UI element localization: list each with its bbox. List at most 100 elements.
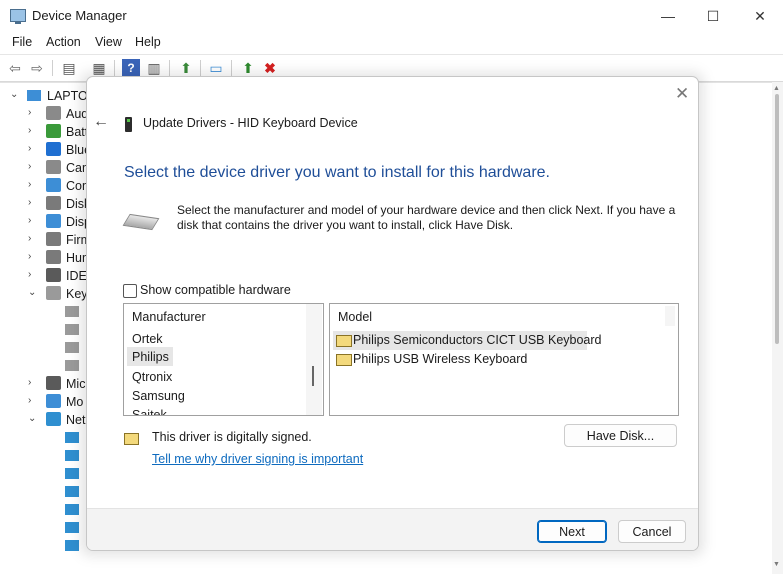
menu-file[interactable]: File: [12, 35, 32, 49]
tree-child-item[interactable]: [0, 303, 90, 321]
menu-action[interactable]: Action: [46, 35, 81, 49]
disk-icon: [46, 196, 61, 210]
dialog-title: Update Drivers - HID Keyboard Device: [143, 116, 358, 130]
tree-category[interactable]: › Batt: [0, 123, 90, 141]
tree-category[interactable]: › Mo: [0, 393, 90, 411]
hardware-icon: [122, 213, 160, 231]
tree-category[interactable]: › Aud: [0, 105, 90, 123]
close-button[interactable]: ✕: [737, 0, 783, 32]
tree-category[interactable]: ⌄ Net: [0, 411, 90, 429]
battery-icon: [46, 124, 61, 138]
chevron-right-icon[interactable]: ›: [28, 215, 38, 226]
chevron-right-icon[interactable]: ›: [28, 107, 38, 118]
chevron-right-icon[interactable]: ›: [28, 125, 38, 136]
dialog-footer: Next Cancel: [87, 508, 698, 550]
chevron-down-icon[interactable]: ⌄: [28, 413, 38, 424]
chevron-right-icon[interactable]: ›: [28, 251, 38, 262]
manufacturer-item[interactable]: Saitek: [132, 408, 167, 415]
properties-icon[interactable]: ▤: [60, 59, 78, 77]
tree-child-item[interactable]: [0, 519, 90, 537]
manufacturer-item[interactable]: Qtronix: [132, 370, 172, 384]
manufacturer-item[interactable]: Ortek: [132, 332, 163, 346]
driver-signing-link[interactable]: Tell me why driver signing is important: [152, 452, 363, 466]
update-drivers-dialog: ✕ ← Update Drivers - HID Keyboard Device…: [86, 76, 699, 551]
hid-icon: [46, 250, 61, 264]
scroll-down-arrow[interactable]: ▼: [773, 561, 780, 568]
chevron-right-icon[interactable]: ›: [28, 395, 38, 406]
tree-child-item[interactable]: [0, 501, 90, 519]
cancel-button[interactable]: Cancel: [618, 520, 686, 543]
manufacturer-item-selected[interactable]: Philips: [132, 350, 169, 364]
tree-child-item[interactable]: [0, 339, 90, 357]
chevron-down-icon[interactable]: ⌄: [28, 287, 38, 298]
tree-child-item[interactable]: [0, 447, 90, 465]
tree-category[interactable]: ⌄ Key: [0, 285, 90, 303]
driver-package-icon: [336, 335, 352, 347]
tree-scrollbar[interactable]: ▲ ▼: [772, 82, 783, 574]
chevron-right-icon[interactable]: ›: [28, 197, 38, 208]
show-compatible-checkbox[interactable]: [123, 284, 137, 298]
show-compatible-label[interactable]: Show compatible hardware: [140, 283, 291, 297]
chevron-right-icon[interactable]: ›: [28, 179, 38, 190]
computer-icon: [46, 178, 61, 192]
model-list[interactable]: Model Philips Semiconductors CICT USB Ke…: [329, 303, 679, 416]
model-scrollbar[interactable]: [665, 306, 675, 326]
tree-child-item[interactable]: [0, 537, 90, 555]
signed-driver-icon: [124, 433, 139, 445]
keyboard-device-icon: [65, 324, 79, 335]
tree-child-item[interactable]: [0, 483, 90, 501]
tree-child-item[interactable]: [0, 429, 90, 447]
forward-arrow-icon[interactable]: ⇨: [28, 59, 46, 77]
tree-child-item[interactable]: [0, 465, 90, 483]
dialog-description: Select the manufacturer and model of you…: [177, 203, 676, 232]
manufacturer-item[interactable]: Samsung: [132, 389, 185, 403]
dialog-close-icon[interactable]: ✕: [675, 84, 689, 104]
chevron-right-icon[interactable]: ›: [28, 377, 38, 388]
manufacturer-list[interactable]: Manufacturer Ortek Philips Qtronix Samsu…: [123, 303, 324, 416]
tree-category[interactable]: › Mic: [0, 375, 90, 393]
audio-icon: [46, 106, 61, 120]
tree-category[interactable]: › Com: [0, 177, 92, 195]
tree-category[interactable]: › Hum: [0, 249, 92, 267]
keyboard-device-icon: [65, 360, 79, 371]
network-adapter-icon: [65, 468, 79, 479]
tree-category[interactable]: › Firm: [0, 231, 91, 249]
signed-status-text: This driver is digitally signed.: [152, 430, 312, 444]
tree-root[interactable]: ⌄ LAPTOP: [0, 87, 96, 105]
maximize-button[interactable]: ☐: [690, 0, 736, 32]
tree-category[interactable]: › Blue: [0, 141, 91, 159]
scroll-up-arrow[interactable]: ▲: [773, 85, 780, 92]
have-disk-button[interactable]: Have Disk...: [564, 424, 677, 447]
menu-bar: File Action View Help: [0, 32, 783, 53]
tree-category[interactable]: › Disk: [0, 195, 90, 213]
chevron-right-icon[interactable]: ›: [28, 161, 38, 172]
menu-help[interactable]: Help: [135, 35, 161, 49]
tree-child-item[interactable]: [0, 321, 90, 339]
minimize-button[interactable]: —: [645, 0, 691, 32]
menu-view[interactable]: View: [95, 35, 122, 49]
tree-category[interactable]: › IDE: [0, 267, 90, 285]
next-button[interactable]: Next: [537, 520, 607, 543]
back-arrow-icon[interactable]: ⇦: [6, 59, 24, 77]
tree-child-item[interactable]: [0, 357, 90, 375]
tree-category[interactable]: › Disp: [0, 213, 91, 231]
display-icon: [46, 214, 61, 228]
scroll-thumb[interactable]: [775, 94, 779, 344]
manufacturer-scroll-thumb[interactable]: [312, 366, 314, 386]
camera-icon: [46, 160, 61, 174]
network-adapter-icon: [65, 522, 79, 533]
chevron-right-icon[interactable]: ›: [28, 143, 38, 154]
usb-device-icon: [125, 117, 132, 132]
tree-category[interactable]: › Cam: [0, 159, 92, 177]
keyboard-device-icon: [65, 342, 79, 353]
network-icon: [46, 412, 61, 426]
keyboard-icon: [46, 286, 61, 300]
chevron-down-icon[interactable]: ⌄: [10, 89, 20, 100]
back-arrow-icon[interactable]: ←: [93, 113, 109, 131]
driver-package-icon: [336, 354, 352, 366]
ide-icon: [46, 268, 61, 282]
manufacturer-scrollbar[interactable]: [306, 304, 322, 415]
network-adapter-icon: [65, 486, 79, 497]
chevron-right-icon[interactable]: ›: [28, 233, 38, 244]
chevron-right-icon[interactable]: ›: [28, 269, 38, 280]
